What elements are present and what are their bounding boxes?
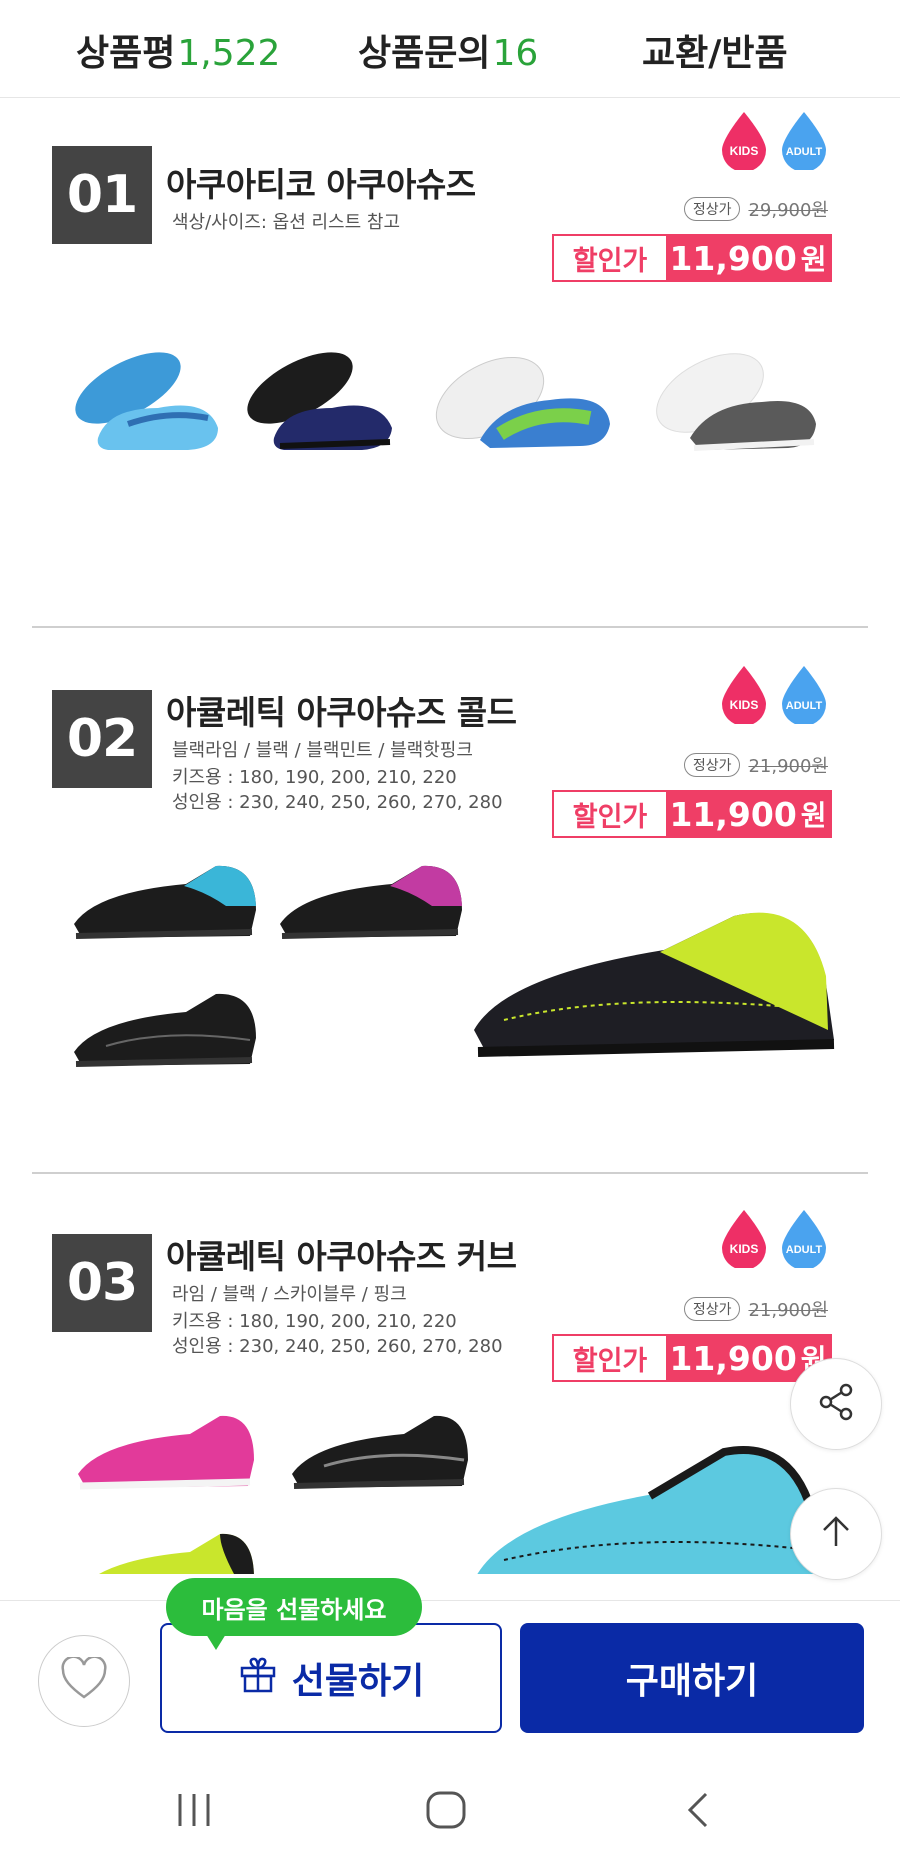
shoe-image-green[interactable] — [430, 338, 620, 468]
product-options-note: 색상/사이즈: 옵션 리스트 참고 — [172, 212, 401, 233]
kids-label: KIDS — [730, 144, 759, 158]
recent-apps-icon[interactable] — [174, 1790, 214, 1834]
product-name[interactable]: 아큘레틱 아쿠아슈즈 콜드 — [166, 686, 517, 734]
shoe-image-blue[interactable] — [68, 338, 228, 468]
original-price: 정상가 21,900원 — [683, 1296, 828, 1322]
kids-drop-icon: KIDS — [718, 664, 770, 724]
product-section-02: 02 아큘레틱 아쿠아슈즈 콜드 블랙라임 / 블랙 / 블랙민트 / 블랙핫핑… — [0, 628, 900, 1174]
home-icon[interactable] — [424, 1790, 468, 1834]
shoe-image-gray[interactable] — [650, 338, 820, 468]
original-price: 정상가 21,900원 — [683, 752, 828, 778]
shoe-image-navy[interactable] — [240, 338, 400, 468]
product-colors: 블랙라임 / 블랙 / 블랙민트 / 블랙핫핑크 — [172, 740, 473, 761]
sale-price-label: 할인가 — [554, 236, 666, 280]
sale-price-box: 할인가 11,900 원 — [552, 1334, 832, 1382]
adult-label: ADULT — [786, 1244, 823, 1256]
product-kids-sizes: 키즈용 : 180, 190, 200, 210, 220 — [172, 1311, 457, 1332]
adult-label: ADULT — [786, 700, 823, 712]
sale-price-label: 할인가 — [554, 792, 666, 836]
adult-drop-icon: ADULT — [778, 1208, 830, 1268]
product-colors: 라임 / 블랙 / 스카이블루 / 핑크 — [172, 1284, 407, 1305]
product-section-03: 03 아큘레틱 아쿠아슈즈 커브 라임 / 블랙 / 스카이블루 / 핑크 키즈… — [0, 1174, 900, 1574]
shoe-image-skyblue-large[interactable] — [464, 1410, 824, 1574]
wishlist-button[interactable] — [38, 1635, 130, 1727]
tab-reviews[interactable]: 상품평1,522 — [76, 24, 280, 76]
system-nav-bar — [0, 1760, 900, 1864]
product-number: 03 — [52, 1234, 152, 1332]
gift-icon — [238, 1654, 278, 1703]
shoe-image-black-curve[interactable] — [284, 1390, 474, 1500]
arrow-up-icon — [816, 1512, 856, 1556]
adult-label: ADULT — [786, 146, 823, 158]
product-adult-sizes: 성인용 : 230, 240, 250, 260, 270, 280 — [172, 1336, 503, 1357]
tab-qna[interactable]: 상품문의16 — [358, 24, 538, 76]
original-price-value: 29,900원 — [748, 200, 828, 221]
product-number: 01 — [52, 146, 152, 244]
original-price-value: 21,900원 — [748, 756, 828, 777]
shoe-image-black-lime-large[interactable] — [464, 880, 844, 1080]
tab-qna-count: 16 — [492, 33, 539, 74]
sale-price-value: 11,900 원 — [666, 792, 830, 836]
original-price-tag: 정상가 — [683, 753, 741, 777]
product-number: 02 — [52, 690, 152, 788]
product-section-01: 01 아쿠아티코 아쿠아슈즈 색상/사이즈: 옵션 리스트 참고 KIDS AD… — [0, 98, 900, 628]
sale-price-label: 할인가 — [554, 1336, 666, 1380]
heart-icon — [60, 1655, 108, 1705]
sale-price-box: 할인가 11,900 원 — [552, 234, 832, 282]
shoe-image-black-mint[interactable] — [66, 840, 262, 950]
product-name[interactable]: 아쿠아티코 아쿠아슈즈 — [166, 158, 476, 206]
tab-qna-label: 상품문의 — [358, 33, 491, 74]
original-price-tag: 정상가 — [683, 197, 741, 221]
original-price: 정상가 29,900원 — [683, 196, 828, 222]
sale-price-box: 할인가 11,900 원 — [552, 790, 832, 838]
shoe-image-black-pink[interactable] — [272, 840, 468, 950]
tab-reviews-label: 상품평 — [76, 33, 176, 74]
kids-label: KIDS — [730, 698, 759, 712]
back-icon[interactable] — [682, 1790, 714, 1834]
sale-price-value: 11,900 원 — [666, 236, 830, 280]
adult-drop-icon: ADULT — [778, 664, 830, 724]
adult-drop-icon: ADULT — [778, 110, 830, 170]
share-button[interactable] — [790, 1358, 882, 1450]
tab-reviews-count: 1,522 — [177, 33, 281, 74]
product-name[interactable]: 아큘레틱 아쿠아슈즈 커브 — [166, 1230, 517, 1278]
kids-drop-icon: KIDS — [718, 110, 770, 170]
tab-exchange-return[interactable]: 교환/반품 — [642, 24, 788, 76]
shoe-image-black[interactable] — [66, 968, 262, 1078]
kids-drop-icon: KIDS — [718, 1208, 770, 1268]
shoe-image-pink[interactable] — [70, 1390, 260, 1500]
purchase-action-bar: 선물하기 구매하기 — [0, 1600, 900, 1780]
gift-button-label: 선물하기 — [291, 1661, 425, 1702]
share-icon — [814, 1380, 858, 1428]
scroll-top-button[interactable] — [790, 1488, 882, 1580]
product-adult-sizes: 성인용 : 230, 240, 250, 260, 270, 280 — [172, 792, 503, 813]
shoe-image-lime[interactable] — [70, 1508, 260, 1574]
buy-button[interactable]: 구매하기 — [520, 1623, 864, 1733]
top-tab-bar: 상품평1,522 상품문의16 교환/반품 — [0, 0, 900, 98]
gift-promo-bubble: 마음을 선물하세요 — [166, 1578, 422, 1650]
kids-label: KIDS — [730, 1242, 759, 1256]
original-price-value: 21,900원 — [748, 1300, 828, 1321]
original-price-tag: 정상가 — [683, 1297, 741, 1321]
product-kids-sizes: 키즈용 : 180, 190, 200, 210, 220 — [172, 767, 457, 788]
